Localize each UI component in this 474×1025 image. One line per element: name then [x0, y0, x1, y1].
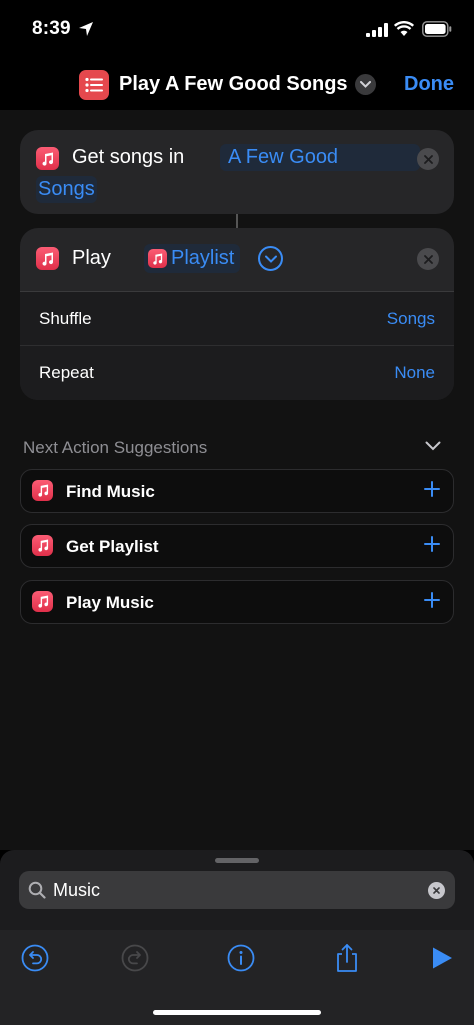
album-parameter-continued[interactable]: Songs: [36, 176, 97, 203]
collapse-suggestions-chevron-icon[interactable]: [425, 441, 441, 451]
search-input[interactable]: Music: [19, 871, 455, 909]
repeat-label: Repeat: [39, 363, 94, 382]
shuffle-option-row[interactable]: Shuffle Songs: [20, 292, 454, 346]
share-icon[interactable]: [332, 943, 362, 973]
status-time: 8:39: [32, 18, 71, 39]
suggestion-label: Play Music: [66, 593, 154, 612]
add-plus-icon[interactable]: [423, 591, 441, 609]
suggestion-label: Find Music: [66, 482, 155, 501]
redo-icon: [120, 943, 150, 973]
done-button[interactable]: Done: [404, 73, 454, 96]
repeat-option-row[interactable]: Repeat None: [20, 346, 454, 400]
music-app-icon: [32, 535, 53, 556]
battery-icon: [422, 21, 452, 37]
music-app-icon: [36, 147, 59, 170]
search-query[interactable]: Music: [53, 880, 100, 901]
sheet-grabber[interactable]: [215, 858, 259, 863]
playlist-variable-token[interactable]: Playlist: [144, 244, 241, 273]
location-arrow-icon: [79, 22, 93, 36]
add-plus-icon[interactable]: [423, 535, 441, 553]
suggestions-header: Next Action Suggestions: [23, 438, 208, 457]
remove-action-close-icon[interactable]: [417, 148, 439, 170]
clear-search-icon[interactable]: [428, 882, 445, 899]
run-play-icon[interactable]: [427, 943, 457, 973]
get-songs-label: Get songs in: [72, 146, 185, 168]
shortcut-title[interactable]: Play A Few Good Songs: [119, 73, 348, 96]
repeat-value[interactable]: None: [394, 363, 435, 383]
suggestion-item-play-music[interactable]: Play Music: [20, 580, 454, 624]
cellular-signal-icon: [366, 23, 388, 37]
search-icon: [28, 881, 46, 899]
status-bar: 8:39: [0, 0, 474, 60]
play-options: Shuffle Songs Repeat None: [20, 291, 454, 400]
suggestion-label: Get Playlist: [66, 537, 159, 556]
action-search-sheet: Music: [0, 850, 474, 1025]
add-plus-icon[interactable]: [423, 480, 441, 498]
music-app-icon: [148, 249, 167, 268]
undo-icon[interactable]: [20, 943, 50, 973]
suggestion-item-find-music[interactable]: Find Music: [20, 469, 454, 513]
get-songs-action-card[interactable]: Get songs in A Few Good Songs: [20, 130, 454, 214]
play-action-card[interactable]: Play Playlist Shuffle Songs Repeat None: [20, 228, 454, 400]
music-app-icon: [32, 480, 53, 501]
expand-options-chevron-icon[interactable]: [258, 246, 283, 271]
music-app-icon: [36, 247, 59, 270]
album-parameter[interactable]: A Few Good: [220, 144, 420, 171]
nav-bar: Play A Few Good Songs Done: [0, 60, 474, 110]
remove-action-close-icon[interactable]: [417, 248, 439, 270]
shortcut-list-icon[interactable]: [79, 70, 109, 100]
suggestion-item-get-playlist[interactable]: Get Playlist: [20, 524, 454, 568]
music-app-icon: [32, 591, 53, 612]
playlist-token-label: Playlist: [171, 247, 235, 269]
shuffle-value[interactable]: Songs: [387, 309, 435, 329]
title-menu-chevron-icon[interactable]: [355, 74, 376, 95]
wifi-icon: [394, 21, 414, 36]
action-connector: [236, 214, 238, 228]
play-label: Play: [72, 247, 111, 269]
home-indicator[interactable]: [153, 1010, 321, 1015]
shuffle-label: Shuffle: [39, 309, 92, 328]
info-icon[interactable]: [226, 943, 256, 973]
shortcut-editor: Get songs in A Few Good Songs Play Playl…: [0, 110, 474, 850]
